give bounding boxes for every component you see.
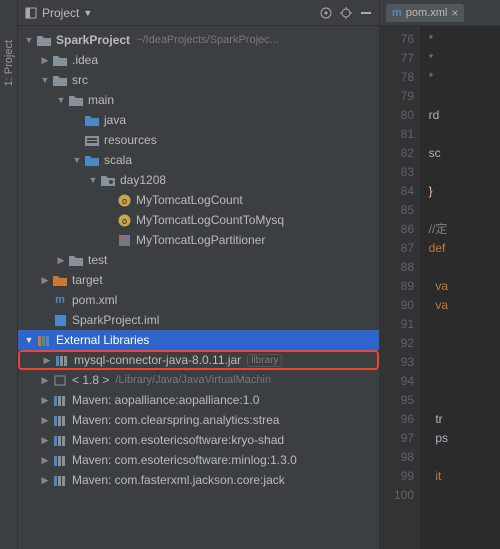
chevron-down-icon[interactable]: ▼ [22, 35, 36, 45]
tree-lib-maven[interactable]: ▶ Maven: com.esotericsoftware:minlog:1.3… [18, 450, 379, 470]
project-icon [24, 6, 38, 20]
tree-item-src[interactable]: ▼ src [18, 70, 379, 90]
chevron-right-icon[interactable]: ▶ [38, 55, 52, 66]
svg-text:o: o [121, 196, 126, 206]
library-icon [52, 432, 68, 448]
code-area[interactable]: * * * rd sc } //定 def va va tr ps it [420, 26, 500, 549]
chevron-down-icon: ▼ [83, 8, 92, 18]
chevron-right-icon[interactable]: ▶ [54, 255, 68, 266]
library-icon [52, 452, 68, 468]
package-icon [100, 172, 116, 188]
tree-item-day1208[interactable]: ▼ day1208 [18, 170, 379, 190]
chevron-right-icon[interactable]: ▶ [38, 395, 52, 406]
libraries-icon [36, 332, 52, 348]
scala-object-icon: o [116, 192, 132, 208]
library-tag: library [247, 354, 282, 367]
tree-lib-maven[interactable]: ▶ Maven: com.esotericsoftware:kryo-shad [18, 430, 379, 450]
editor-panel: m pom.xml × 7677787980818283848586878889… [380, 0, 500, 549]
source-folder-icon [84, 112, 100, 128]
tree-lib-mysql[interactable]: ▶ mysql-connector-java-8.0.11.jar librar… [18, 350, 379, 370]
locate-icon[interactable] [319, 6, 333, 20]
chevron-right-icon[interactable]: ▶ [40, 355, 54, 366]
resources-folder-icon [84, 132, 100, 148]
gear-icon[interactable] [339, 6, 353, 20]
tree-item-iml[interactable]: SparkProject.iml [18, 310, 379, 330]
chevron-down-icon[interactable]: ▼ [38, 75, 52, 85]
tree-item-pom[interactable]: m pom.xml [18, 290, 379, 310]
folder-icon [52, 52, 68, 68]
tree-item-scala[interactable]: ▼ scala [18, 150, 379, 170]
tool-window-project[interactable]: 1: Project [3, 40, 15, 86]
library-icon [54, 352, 70, 368]
tree-item-test[interactable]: ▶ test [18, 250, 379, 270]
target-folder-icon [52, 272, 68, 288]
jdk-path: /Library/Java/JavaVirtualMachin [115, 374, 271, 386]
chevron-down-icon[interactable]: ▼ [22, 335, 36, 345]
tree-file-logcount[interactable]: o MyTomcatLogCount [18, 190, 379, 210]
tree-item-target[interactable]: ▶ target [18, 270, 379, 290]
tab-label: pom.xml [406, 7, 448, 19]
project-tree: ▼ SparkProject ~/IdeaProjects/SparkProje… [18, 26, 379, 549]
project-toolbar: Project ▼ [18, 0, 379, 26]
folder-icon [68, 252, 84, 268]
tree-external-libraries[interactable]: ▼ External Libraries [18, 330, 379, 350]
chevron-down-icon[interactable]: ▼ [70, 155, 84, 165]
project-path: ~/IdeaProjects/SparkProjec... [136, 34, 279, 46]
tree-root[interactable]: ▼ SparkProject ~/IdeaProjects/SparkProje… [18, 30, 379, 50]
line-gutter: 7677787980818283848586878889909192939495… [380, 26, 420, 549]
source-folder-icon [84, 152, 100, 168]
chevron-right-icon[interactable]: ▶ [38, 435, 52, 446]
maven-icon: m [52, 292, 68, 308]
chevron-down-icon[interactable]: ▼ [54, 95, 68, 105]
chevron-down-icon[interactable]: ▼ [86, 175, 100, 185]
editor-tabs: m pom.xml × [380, 0, 500, 26]
module-icon [52, 312, 68, 328]
library-icon [52, 412, 68, 428]
editor-tab-pom[interactable]: m pom.xml × [386, 4, 464, 22]
chevron-right-icon[interactable]: ▶ [38, 455, 52, 466]
chevron-right-icon[interactable]: ▶ [38, 275, 52, 286]
folder-icon [68, 92, 84, 108]
jdk-icon [52, 372, 68, 388]
tree-lib-jdk[interactable]: ▶ < 1.8 > /Library/Java/JavaVirtualMachi… [18, 370, 379, 390]
svg-text:o: o [121, 216, 126, 226]
collapse-icon[interactable] [359, 6, 373, 20]
folder-icon [36, 32, 52, 48]
project-view-dropdown[interactable]: Project ▼ [24, 6, 92, 20]
chevron-right-icon[interactable]: ▶ [38, 375, 52, 386]
maven-icon: m [392, 7, 402, 19]
chevron-right-icon[interactable]: ▶ [38, 415, 52, 426]
tree-item-java[interactable]: java [18, 110, 379, 130]
tree-lib-maven[interactable]: ▶ Maven: aopalliance:aopalliance:1.0 [18, 390, 379, 410]
scala-class-icon [116, 232, 132, 248]
scala-object-icon: o [116, 212, 132, 228]
tree-item-resources[interactable]: resources [18, 130, 379, 150]
tree-item-idea[interactable]: ▶ .idea [18, 50, 379, 70]
close-icon[interactable]: × [451, 6, 458, 20]
library-icon [52, 472, 68, 488]
tree-lib-maven[interactable]: ▶ Maven: com.clearspring.analytics:strea [18, 410, 379, 430]
project-name: SparkProject [56, 33, 130, 47]
chevron-right-icon[interactable]: ▶ [38, 475, 52, 486]
folder-icon [52, 72, 68, 88]
tree-file-partitioner[interactable]: MyTomcatLogPartitioner [18, 230, 379, 250]
dropdown-label: Project [42, 6, 79, 20]
project-panel: Project ▼ ▼ SparkProject ~/IdeaProjects/… [18, 0, 380, 549]
library-icon [52, 392, 68, 408]
tree-lib-maven[interactable]: ▶ Maven: com.fasterxml.jackson.core:jack [18, 470, 379, 490]
tree-file-logcountmysql[interactable]: o MyTomcatLogCountToMysq [18, 210, 379, 230]
tree-item-main[interactable]: ▼ main [18, 90, 379, 110]
